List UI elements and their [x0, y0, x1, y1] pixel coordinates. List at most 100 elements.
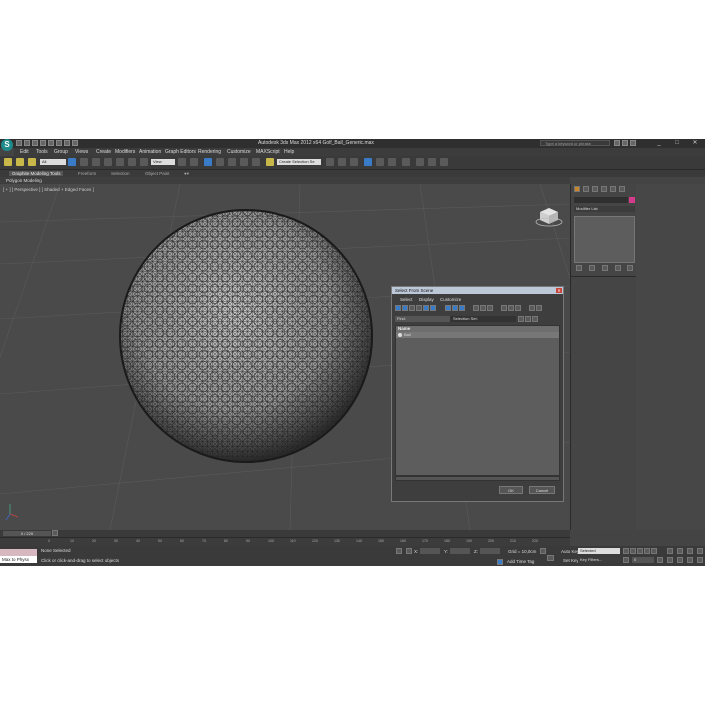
key-mode-toggle-icon[interactable]: [623, 557, 629, 563]
remove-modifier-icon[interactable]: [615, 265, 621, 271]
perspective-viewport[interactable]: [ + ] [ Perspective ] [ Shaded + Edged F…: [0, 184, 570, 530]
tab-selection[interactable]: Selection: [111, 171, 130, 176]
time-slider[interactable]: 0 / 225: [0, 530, 570, 537]
find-field[interactable]: Find: Selection Set:: [395, 316, 516, 322]
list-item[interactable]: Ball: [396, 332, 559, 338]
display-cameras-icon[interactable]: [416, 305, 422, 311]
configure-modifier-sets-icon[interactable]: [627, 265, 633, 271]
display-spacewarps-icon[interactable]: [430, 305, 436, 311]
motion-icon[interactable]: [601, 186, 607, 192]
lock-selection-icon[interactable]: [396, 548, 402, 554]
display-xrefs-icon[interactable]: [452, 305, 458, 311]
move-icon[interactable]: [116, 158, 124, 166]
app-logo-icon[interactable]: S: [1, 139, 13, 151]
save-file-icon[interactable]: [32, 140, 38, 146]
selection-sets-dropdown[interactable]: Selection Set:: [450, 316, 516, 322]
close-button[interactable]: ✕: [686, 139, 704, 147]
display-bones-icon[interactable]: [459, 305, 465, 311]
z-coordinate-field[interactable]: [480, 548, 500, 554]
open-file-icon[interactable]: [24, 140, 30, 146]
unlink-icon[interactable]: [16, 158, 24, 166]
menu-help[interactable]: Help: [284, 149, 294, 155]
menu-group[interactable]: Group: [54, 149, 68, 155]
pivot-center-icon[interactable]: [178, 158, 186, 166]
menu-modifiers[interactable]: Modifiers: [115, 149, 135, 155]
zoom-icon[interactable]: [667, 548, 673, 554]
menu-edit[interactable]: Edit: [20, 149, 29, 155]
display-all-icon[interactable]: [473, 305, 479, 311]
display-icon[interactable]: [610, 186, 616, 192]
display-none-icon[interactable]: [480, 305, 486, 311]
tab-freeform[interactable]: Freeform: [78, 171, 96, 176]
zoom-extents-icon[interactable]: [687, 548, 693, 554]
menu-graph-editors[interactable]: Graph Editors: [165, 149, 196, 155]
tab-object-paint[interactable]: Object Paint: [145, 171, 170, 176]
keyboard-shortcut-override-icon[interactable]: [204, 158, 212, 166]
maximize-button[interactable]: □: [668, 139, 686, 147]
scale-icon[interactable]: [140, 158, 148, 166]
current-frame-field[interactable]: 0: [632, 557, 654, 563]
menu-customize[interactable]: Customize: [227, 149, 251, 155]
display-invert-icon[interactable]: [487, 305, 493, 311]
y-coordinate-field[interactable]: [450, 548, 470, 554]
utilities-icon[interactable]: [619, 186, 625, 192]
modifier-list-dropdown[interactable]: Modifier List: [574, 206, 635, 212]
select-by-name-icon[interactable]: [80, 158, 88, 166]
display-geometry-icon[interactable]: [395, 305, 401, 311]
align-icon[interactable]: [338, 158, 346, 166]
window-crossing-icon[interactable]: [104, 158, 112, 166]
absolute-mode-icon[interactable]: [406, 548, 412, 554]
pin-stack-icon[interactable]: [576, 265, 582, 271]
hold-icon[interactable]: [56, 140, 62, 146]
search-input[interactable]: Type a keyword or phrase: [540, 140, 610, 146]
auto-key-button[interactable]: Auto Key: [561, 549, 579, 554]
dialog-menu-customize[interactable]: Customize: [440, 297, 461, 302]
previous-frame-icon[interactable]: [630, 548, 636, 554]
display-shapes-icon[interactable]: [402, 305, 408, 311]
select-none-icon[interactable]: [508, 305, 514, 311]
edit-named-selection-icon[interactable]: [266, 158, 274, 166]
bind-space-warp-icon[interactable]: [28, 158, 36, 166]
spinner-snap-icon[interactable]: [252, 158, 260, 166]
fetch-icon[interactable]: [64, 140, 70, 146]
x-coordinate-field[interactable]: [420, 548, 440, 554]
viewcube[interactable]: [535, 208, 563, 227]
named-selection-dropdown[interactable]: Create Selection Se: [277, 159, 321, 165]
make-unique-icon[interactable]: [602, 265, 608, 271]
schematic-view-icon[interactable]: [388, 158, 396, 166]
zoom-all-icon[interactable]: [677, 548, 683, 554]
rectangular-selection-icon[interactable]: [92, 158, 100, 166]
zoom-extents-all-icon[interactable]: [697, 548, 703, 554]
display-helpers-icon[interactable]: [423, 305, 429, 311]
quick-access-dropdown-icon[interactable]: [72, 140, 78, 146]
select-invert-icon[interactable]: [515, 305, 521, 311]
link-icon[interactable]: [4, 158, 12, 166]
selection-filter-dropdown[interactable]: All: [40, 159, 66, 165]
time-tag-icon[interactable]: [497, 559, 503, 565]
polygon-modeling-label[interactable]: Polygon Modeling: [6, 178, 42, 183]
menu-tools[interactable]: Tools: [36, 149, 48, 155]
modifier-stack[interactable]: [574, 216, 635, 263]
new-file-icon[interactable]: [16, 140, 22, 146]
hierarchy-icon[interactable]: [592, 186, 598, 192]
time-configuration-icon[interactable]: [657, 557, 663, 563]
menu-animation[interactable]: Animation: [139, 149, 161, 155]
show-end-result-icon[interactable]: [589, 265, 595, 271]
menu-maxscript[interactable]: MAXScript: [256, 149, 280, 155]
set-key-button[interactable]: Set Key: [563, 558, 579, 563]
redo-icon[interactable]: [48, 140, 54, 146]
reference-coordinate-dropdown[interactable]: View: [151, 159, 175, 165]
mirror-icon[interactable]: [326, 158, 334, 166]
graphite-toggle-icon[interactable]: [364, 158, 372, 166]
undo-icon[interactable]: [40, 140, 46, 146]
rotate-icon[interactable]: [128, 158, 136, 166]
cancel-button[interactable]: Cancel: [529, 486, 555, 494]
percent-snap-icon[interactable]: [240, 158, 248, 166]
display-groups-icon[interactable]: [445, 305, 451, 311]
filter-icon[interactable]: [518, 316, 524, 322]
go-to-start-icon[interactable]: [623, 548, 629, 554]
select-manipulate-icon[interactable]: [190, 158, 198, 166]
object-name-field[interactable]: [574, 197, 628, 203]
dialog-menu-display[interactable]: Display: [419, 297, 434, 302]
pan-view-icon[interactable]: [677, 557, 683, 563]
